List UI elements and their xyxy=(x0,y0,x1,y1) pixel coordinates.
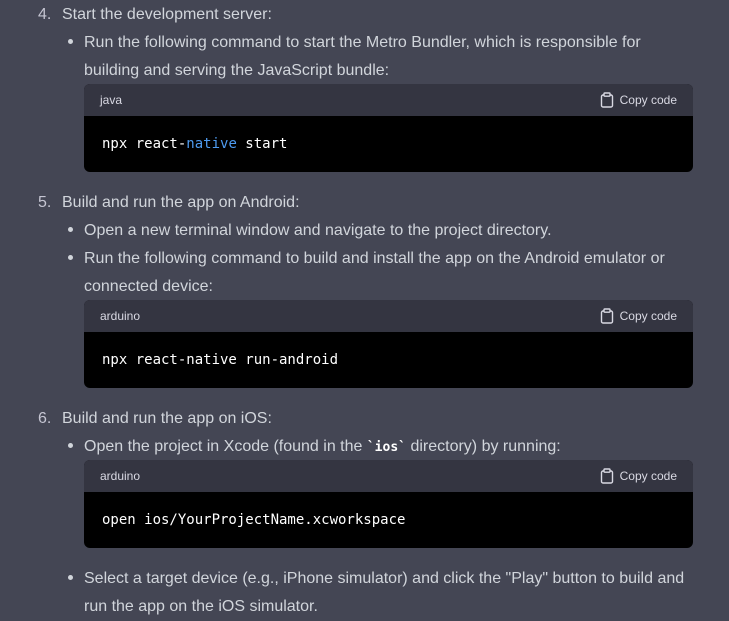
copy-code-button[interactable]: Copy code xyxy=(600,300,677,332)
step-number-4: 4. xyxy=(38,6,52,23)
step-title-5: Build and run the app on Android: xyxy=(62,194,300,211)
code-block-run-android: arduino Copy code npx react-native run-a… xyxy=(84,300,693,388)
code-text: npx react- xyxy=(102,136,187,152)
step-6-bullet-2: Select a target device (e.g., iPhone sim… xyxy=(84,565,694,621)
bullet-text-line: connected device: xyxy=(84,278,213,295)
copy-code-label: Copy code xyxy=(619,469,677,483)
code-text: open ios/YourProjectName.xcworkspace xyxy=(102,512,406,528)
step-number-6: 6. xyxy=(38,410,52,427)
bullet-dot xyxy=(68,575,73,580)
copy-code-label: Copy code xyxy=(619,93,677,107)
step-title-4: Start the development server: xyxy=(62,6,272,23)
step-4-bullet-1: Run the following command to start the M… xyxy=(84,29,694,85)
bullet-dot xyxy=(68,227,73,232)
step-6-bullet-1: Open the project in Xcode (found in the … xyxy=(84,433,694,462)
code-language-label: arduino xyxy=(100,469,141,483)
step-title-6: Build and run the app on iOS: xyxy=(62,410,272,427)
step-5-bullet-1: Open a new terminal window and navigate … xyxy=(84,217,694,245)
bullet-dot xyxy=(68,443,73,448)
code-language-label: java xyxy=(100,93,123,107)
bullet-text-line: Open a new terminal window and navigate … xyxy=(84,222,552,239)
code-block-header: java Copy code xyxy=(84,84,693,116)
code-block-header: arduino Copy code xyxy=(84,300,693,332)
code-language-label: arduino xyxy=(100,309,141,323)
copy-code-button[interactable]: Copy code xyxy=(600,460,677,492)
bullet-text-line: Run the following command to start the M… xyxy=(84,34,641,51)
code-block-header: arduino Copy code xyxy=(84,460,693,492)
bullet-dot xyxy=(68,255,73,260)
copy-code-button[interactable]: Copy code xyxy=(600,84,677,116)
code-text: start xyxy=(236,136,288,152)
code-block-start-server: java Copy code npx react-native start xyxy=(84,84,693,172)
code-block-open-xcode: arduino Copy code open ios/YourProjectNa… xyxy=(84,460,693,548)
bullet-text-line: Run the following command to build and i… xyxy=(84,250,665,267)
bullet-text: directory) by running: xyxy=(406,438,561,455)
code-content[interactable]: open ios/YourProjectName.xcworkspace xyxy=(84,492,693,548)
clipboard-icon xyxy=(600,92,614,108)
bullet-dot xyxy=(68,39,73,44)
code-text: npx react-native run-android xyxy=(102,352,339,368)
inline-code: `ios` xyxy=(366,440,406,455)
code-content[interactable]: npx react-native start xyxy=(84,116,693,172)
bullet-text-line: Select a target device (e.g., iPhone sim… xyxy=(84,570,685,587)
clipboard-icon xyxy=(600,308,614,324)
bullet-text-line: run the app on the iOS simulator. xyxy=(84,598,318,615)
code-keyword: native xyxy=(186,136,237,152)
clipboard-icon xyxy=(600,468,614,484)
copy-code-label: Copy code xyxy=(619,309,677,323)
step-number-5: 5. xyxy=(38,194,52,211)
code-content[interactable]: npx react-native run-android xyxy=(84,332,693,388)
step-5-bullet-2: Run the following command to build and i… xyxy=(84,245,694,301)
bullet-text-line: building and serving the JavaScript bund… xyxy=(84,62,390,79)
bullet-text: Open the project in Xcode (found in the xyxy=(84,438,367,455)
